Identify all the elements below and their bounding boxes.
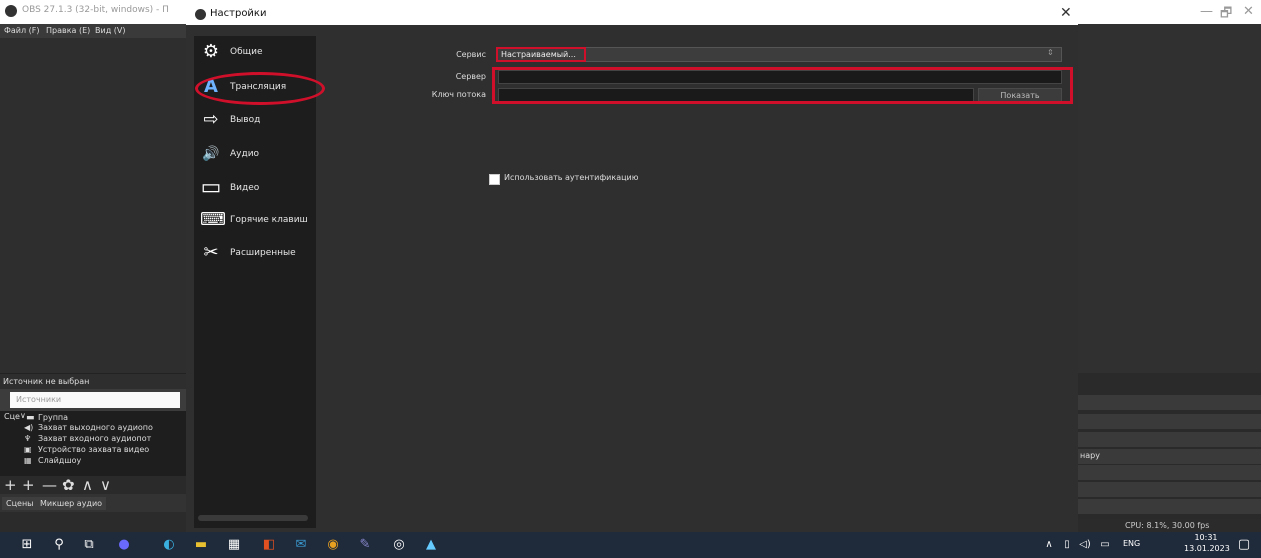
restore-icon[interactable]: 🗗 [1220, 4, 1232, 26]
highlight-box [492, 67, 1073, 104]
auth-label: Использовать аутентификацию [504, 173, 639, 182]
keyboard-icon: ⌨ [200, 209, 226, 230]
obs-preview-area [0, 38, 186, 373]
settings-title: Настройки [210, 8, 267, 19]
search-icon[interactable]: ⚲ [50, 536, 68, 554]
obs-preview-right [1078, 24, 1261, 373]
sources-toolbar: + + — ✿ ∧ ∨ [0, 476, 186, 494]
clock-date[interactable]: 13.01.2023 [1184, 544, 1230, 553]
highlight-ellipse [195, 72, 325, 105]
photos-icon[interactable]: ▲ [422, 536, 440, 554]
auth-checkbox[interactable] [489, 174, 500, 185]
obs-logo-icon [5, 5, 17, 17]
calculator-icon[interactable]: ▦ [225, 536, 243, 554]
list-item[interactable]: Слайдшоу [38, 456, 81, 465]
control-row[interactable] [1078, 432, 1261, 448]
sidebar-item-output[interactable]: ⇨ Вывод [194, 106, 316, 136]
stream-key-label: Ключ потока [431, 90, 486, 99]
sources-list: Группа Захват выходного аудиопо Захват в… [0, 411, 186, 476]
paint-icon[interactable]: ✎ [356, 536, 374, 554]
move-up-icon[interactable]: ∧ [82, 476, 93, 494]
explorer-icon[interactable]: ▬ [192, 536, 210, 554]
speaker-icon: 🔊 [202, 146, 220, 162]
server-label: Сервер [455, 72, 486, 81]
control-label: нару [1080, 451, 1100, 460]
sources-header: Источники [0, 389, 186, 411]
monitor-icon: ▭ [200, 175, 222, 200]
list-item[interactable]: Устройство захвата видео [38, 445, 149, 454]
camera-icon: ▣ [24, 445, 32, 454]
spinner-arrows-icon[interactable]: ⇕ [1047, 48, 1054, 57]
office-icon[interactable]: ◧ [260, 536, 278, 554]
menu-view[interactable]: Вид (V) [95, 26, 125, 35]
source-status-bar: Источник не выбран [0, 373, 186, 390]
battery-icon[interactable]: ▯ [1058, 536, 1076, 554]
control-row[interactable] [1078, 414, 1261, 430]
control-row[interactable] [1078, 395, 1261, 411]
close-icon[interactable]: ✕ [1243, 4, 1254, 19]
add-icon[interactable]: + [4, 476, 17, 494]
output-icon: ⇨ [203, 109, 219, 130]
move-down-icon[interactable]: ∨ [100, 476, 111, 494]
control-row[interactable]: нару [1078, 449, 1261, 465]
chevron-up-icon[interactable]: ∧ [1040, 536, 1058, 554]
service-label: Сервис [456, 50, 486, 59]
menu-file[interactable]: Файл (F) [4, 26, 40, 35]
windows-start-icon[interactable]: ⊞ [18, 536, 36, 554]
gear-icon: ⚙ [202, 41, 220, 62]
control-row[interactable] [1078, 482, 1261, 498]
tab-audio-mixer[interactable]: Микшер аудио [36, 497, 107, 510]
add-source-icon[interactable]: + [22, 476, 35, 494]
menu-edit[interactable]: Правка (E) [46, 26, 90, 35]
control-row[interactable] [1078, 465, 1261, 481]
chrome-icon[interactable]: ◉ [324, 536, 342, 554]
tools-icon: ✂ [203, 242, 219, 263]
settings-sidebar: ⚙ Общие A Трансляция ⇨ Вывод 🔊 Аудио ▭ В… [194, 36, 316, 528]
speaker-icon: ◀) [24, 423, 34, 432]
folder-icon: ▬ [26, 413, 35, 423]
app-icon[interactable]: ● [115, 536, 133, 554]
list-item[interactable]: Захват входного аудиопот [38, 434, 151, 443]
list-item[interactable]: Группа [38, 413, 68, 422]
remove-icon[interactable]: — [42, 476, 57, 494]
sidebar-scrollbar[interactable] [198, 515, 308, 521]
sidebar-item-general[interactable]: ⚙ Общие [194, 38, 316, 68]
sidebar-item-audio[interactable]: 🔊 Аудио [194, 140, 316, 170]
volume-icon[interactable]: ◁) [1076, 536, 1094, 554]
clock-time[interactable]: 10:31 [1184, 533, 1228, 542]
cpu-status: CPU: 8.1%, 30.00 fps [1125, 521, 1210, 530]
chevron-down-icon[interactable]: ∨ [20, 411, 26, 420]
sidebar-item-hotkeys[interactable]: ⌨ Горячие клавиш [194, 206, 316, 236]
minimize-icon[interactable]: — [1200, 4, 1213, 19]
sidebar-item-advanced[interactable]: ✂ Расширенные [194, 239, 316, 269]
control-row[interactable] [1078, 499, 1261, 515]
microphone-icon: ♆ [24, 434, 32, 443]
status-bar: CPU: 8.1%, 30.00 fps [1080, 519, 1261, 533]
obs-menubar: Файл (F) Правка (E) Вид (V) [0, 24, 186, 38]
controls-panel: нару [1078, 373, 1261, 519]
sidebar-item-video[interactable]: ▭ Видео [194, 174, 316, 204]
task-view-icon[interactable]: ⧉ [80, 536, 98, 554]
mail-icon[interactable]: ✉ [292, 536, 310, 554]
obs-window-title: OBS 27.1.3 (32-bit, windows) - П [22, 5, 169, 15]
sources-tab[interactable]: Источники [10, 392, 180, 408]
obs-icon[interactable]: ◎ [390, 536, 408, 554]
tab-scenes[interactable]: Сцены [2, 497, 38, 510]
service-value[interactable]: Настраиваемый... [496, 47, 586, 62]
slideshow-icon: ▦ [24, 456, 32, 465]
close-icon[interactable]: ✕ [1060, 5, 1072, 21]
no-source-label: Источник не выбран [3, 377, 90, 386]
edge-icon[interactable]: ◐ [160, 536, 178, 554]
gear-icon[interactable]: ✿ [62, 476, 75, 494]
list-item[interactable]: Захват выходного аудиопо [38, 423, 153, 432]
language-indicator[interactable]: ENG [1123, 539, 1140, 548]
dock-tabs: Сцены Микшер аудио [0, 494, 186, 512]
settings-titlebar [186, 5, 1078, 25]
notification-icon[interactable]: ▢ [1235, 536, 1253, 554]
scenes-label: Сце [4, 412, 20, 421]
obs-logo-icon [195, 9, 206, 20]
network-icon[interactable]: ▭ [1096, 536, 1114, 554]
